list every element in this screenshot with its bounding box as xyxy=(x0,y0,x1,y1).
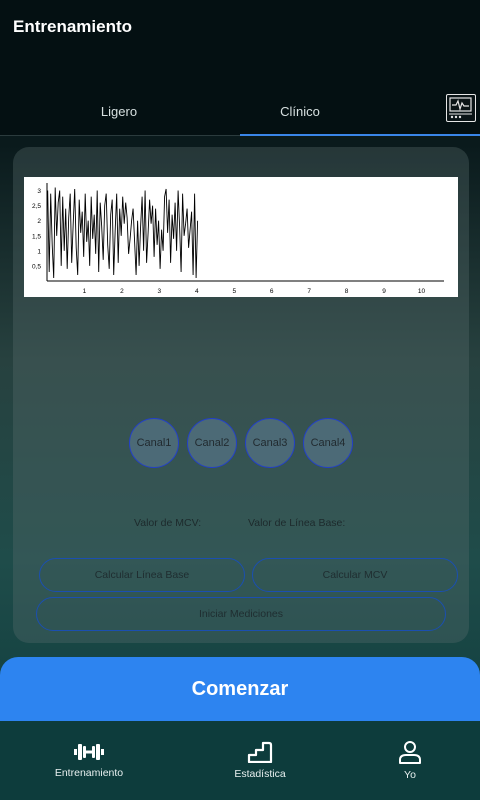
x-tick-label: 6 xyxy=(270,288,274,295)
y-tick-label: 2 xyxy=(37,218,41,225)
x-tick-label: 2 xyxy=(120,288,124,295)
ecg-monitor-icon xyxy=(449,97,472,119)
tab-bar: Ligero Clínico xyxy=(0,88,480,136)
y-tick-label: 3 xyxy=(37,188,41,195)
channel-1-button[interactable]: Canal1 xyxy=(129,418,179,468)
x-tick-label: 8 xyxy=(345,288,349,295)
dumbbell-icon xyxy=(74,744,104,760)
channel-3-button[interactable]: Canal3 xyxy=(245,418,295,468)
nav-label-yo: Yo xyxy=(404,769,416,781)
channel-2-button[interactable]: Canal2 xyxy=(187,418,237,468)
page-title: Entrenamiento xyxy=(13,17,133,36)
emg-chart-svg: 1 2 3 4 5 6 7 8 9 10 0,5 1 1,5 2 2,5 3 xyxy=(32,183,444,295)
y-tick-label: 1 xyxy=(37,248,41,255)
bottom-navigation: Entrenamiento Estadística Yo xyxy=(0,721,480,800)
nav-item-yo[interactable]: Yo xyxy=(340,721,480,800)
emg-chart: 1 2 3 4 5 6 7 8 9 10 0,5 1 1,5 2 2,5 3 xyxy=(24,177,458,297)
mcv-value-label: Valor de MCV: xyxy=(134,517,202,529)
calculate-baseline-button[interactable]: Calcular Línea Base xyxy=(39,558,245,592)
x-tick-label: 5 xyxy=(232,288,236,295)
x-tick-label: 9 xyxy=(382,288,386,295)
x-tick-label: 1 xyxy=(83,288,87,295)
start-measurements-button[interactable]: Iniciar Mediciones xyxy=(36,597,446,631)
nav-item-estadistica[interactable]: Estadística xyxy=(190,721,330,800)
user-icon xyxy=(399,741,421,764)
y-tick-label: 1,5 xyxy=(32,233,41,240)
nav-label-entrenamiento: Entrenamiento xyxy=(54,767,124,779)
start-button[interactable]: Comenzar xyxy=(0,657,480,721)
channel-4-button[interactable]: Canal4 xyxy=(303,418,353,468)
emg-signal-line xyxy=(47,187,199,279)
nav-item-entrenamiento[interactable]: Entrenamiento xyxy=(19,721,159,800)
x-tick-label: 4 xyxy=(195,288,199,295)
y-tick-label: 0,5 xyxy=(32,263,41,270)
y-tick-label: 2,5 xyxy=(32,203,41,210)
calculate-mcv-button[interactable]: Calcular MCV xyxy=(252,558,458,592)
stats-steps-icon xyxy=(247,741,273,763)
baseline-value-label: Valor de Línea Base: xyxy=(248,517,346,529)
x-tick-label: 3 xyxy=(158,288,162,295)
monitor-button[interactable] xyxy=(446,94,476,122)
tab-selected-indicator xyxy=(240,134,480,136)
nav-label-estadistica: Estadística xyxy=(234,768,286,780)
tab-clinico[interactable]: Clínico xyxy=(200,88,400,134)
x-tick-label: 7 xyxy=(307,288,311,295)
x-tick-label: 10 xyxy=(418,288,426,295)
